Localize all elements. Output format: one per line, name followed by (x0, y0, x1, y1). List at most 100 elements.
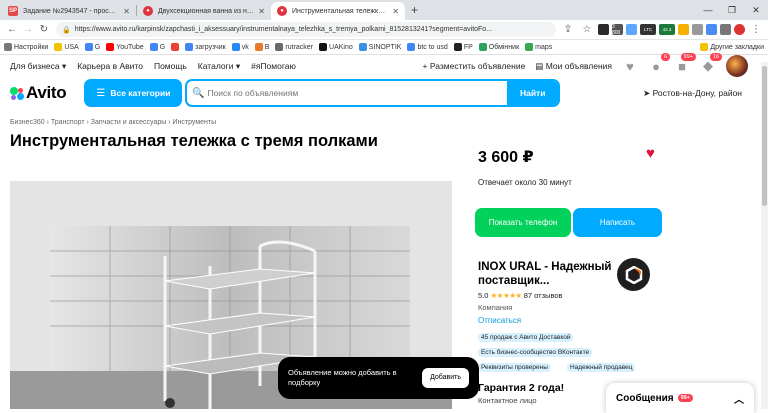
bookmark-item[interactable]: B (254, 43, 269, 51)
rating-stars-icon: ★★★★★ (490, 291, 523, 300)
reply-time: Отвечает около 30 минут (478, 178, 572, 187)
menu-dots-icon[interactable]: ⋮ (748, 24, 764, 35)
bookmark-item[interactable]: SINOPTIK (358, 43, 401, 51)
show-phone-button[interactable]: Показать телефон (475, 208, 571, 237)
chevron-up-icon[interactable]: ︿ (734, 391, 744, 406)
extension-icon[interactable] (626, 24, 637, 35)
notifications-bell-icon[interactable]: ● 6 (648, 53, 670, 74)
bookmark-label: загрузчик (195, 43, 226, 51)
seller-badge: Есть бизнес-сообщество ВКонтакте (478, 348, 593, 357)
nav-catalogs-link[interactable]: Каталоги ▾ (198, 61, 240, 72)
guarantee-text: Гарантия 2 года! (478, 382, 565, 394)
bookmark-label: USA (64, 43, 79, 51)
share-icon[interactable]: ⇪ (560, 24, 576, 35)
window-controls: — ❐ ✕ (696, 0, 768, 20)
bookmark-item[interactable] (171, 43, 180, 51)
forward-icon[interactable]: → (20, 24, 36, 35)
bookmark-item[interactable]: загрузчик (185, 43, 226, 51)
my-ads-link[interactable]: ▤ Мои объявления (535, 61, 612, 72)
bookmark-item[interactable]: G (149, 43, 165, 51)
bookmark-item[interactable]: vk (231, 43, 249, 51)
bookmark-label: rutracker (285, 43, 314, 51)
bookmark-item[interactable]: maps (525, 43, 552, 51)
close-tab-icon[interactable]: ✕ (258, 7, 265, 16)
bookmark-label: Другие закладки (710, 43, 764, 51)
find-button[interactable]: Найти (506, 81, 559, 105)
scrollbar-thumb[interactable] (762, 66, 767, 206)
reload-icon[interactable]: ↻ (36, 24, 52, 35)
page-title: Инструментальная тележка с тремя полками (10, 132, 378, 150)
notifications-badge: 6 (660, 53, 670, 61)
extension-icon[interactable]: 3 800 (612, 24, 623, 36)
bookmark-star-icon[interactable]: ☆ (579, 24, 595, 35)
bookmark-item[interactable]: rutracker (275, 43, 313, 51)
nav-careers-link[interactable]: Карьера в Авито (77, 61, 143, 71)
messages-widget-label: Сообщения (616, 392, 674, 404)
browser-tab-2[interactable]: ● Двухсекционная ванна из нержа ✕ (137, 2, 271, 20)
post-ad-link[interactable]: + Разместить объявление (423, 61, 526, 71)
bookmark-label: FP (463, 43, 473, 51)
puzzle-icon[interactable] (720, 24, 731, 35)
close-tab-icon[interactable]: ✕ (392, 7, 399, 16)
bookmark-item[interactable]: YouTube (106, 43, 144, 51)
all-categories-button[interactable]: ☰ Все категории (84, 79, 183, 107)
extensions-area: ⇪ ☆ 3 800 LTC 42.3 ⋮ (560, 24, 764, 36)
browser-tabstrip: SP Задание №2943547 - просмотр з ✕ ● Дву… (0, 0, 768, 20)
unsubscribe-link[interactable]: Отписаться (478, 316, 521, 325)
nav-ihelp-link[interactable]: #яПомогаю (251, 61, 296, 71)
seller-rating[interactable]: 5.0 ★★★★★ 87 отзывов (478, 291, 563, 300)
profile-icon[interactable] (734, 24, 745, 35)
seller-badge: 45 продаж с Авито Доставкой (478, 333, 574, 342)
extension-icon[interactable] (598, 24, 609, 35)
extension-icon[interactable] (692, 24, 703, 35)
close-window-icon[interactable]: ✕ (744, 0, 768, 20)
address-bar[interactable]: 🔒 https://www.avito.ru/karpinsk/zapchast… (56, 22, 556, 37)
messages-icon[interactable]: ■ 99+ (674, 53, 696, 74)
location-selector[interactable]: ➤ Ростов-на-Дону, район (643, 88, 742, 99)
extension-icon[interactable] (706, 24, 717, 35)
bookmark-label: vk (241, 43, 249, 51)
extension-icon[interactable] (678, 24, 689, 35)
favorites-heart-icon[interactable]: ♥ (622, 58, 638, 74)
bookmark-item[interactable]: Обмінник (478, 43, 519, 51)
extension-icon[interactable]: 42.3 (659, 24, 675, 35)
favorite-heart-icon[interactable]: ♥ (646, 145, 655, 162)
add-to-collection-button[interactable]: Добавить (422, 368, 469, 388)
search-input[interactable] (207, 81, 507, 105)
breadcrumb[interactable]: Бизнес360 › Транспорт › Запчасти и аксес… (0, 119, 768, 126)
bookmark-item[interactable]: UAKino (319, 43, 353, 51)
bookmark-item[interactable]: Настройки (4, 43, 48, 51)
seller-name[interactable]: INOX URAL - Надежный поставщик... (478, 260, 618, 288)
ltc-extension-icon[interactable]: LTC (640, 24, 656, 35)
user-avatar[interactable] (726, 55, 748, 77)
browser-toolbar: ← → ↻ 🔒 https://www.avito.ru/karpinsk/za… (0, 20, 768, 40)
write-message-button[interactable]: Написать (573, 208, 662, 237)
bookmark-item[interactable]: G (84, 43, 100, 51)
bookmark-label: maps (535, 43, 553, 51)
bookmark-item[interactable]: USA (54, 43, 79, 51)
add-to-collection-toast: Объявление можно добавить в подборку Доб… (278, 357, 479, 399)
cart-icon[interactable]: ◆ 16 (700, 53, 722, 74)
avito-logo[interactable]: Avito (10, 83, 67, 103)
page-scrollbar[interactable] (761, 62, 768, 409)
url-text: https://www.avito.ru/karpinsk/zapchasti_… (74, 26, 493, 33)
back-icon[interactable]: ← (4, 24, 20, 35)
nav-business-link[interactable]: Для бизнеса ▾ (10, 61, 66, 72)
nav-help-link[interactable]: Помощь (154, 61, 187, 71)
minimize-icon[interactable]: — (696, 0, 720, 20)
logo-text: Avito (26, 83, 67, 102)
tab-favicon-icon: ● (277, 6, 287, 16)
tab-title: Двухсекционная ванна из нержа (158, 7, 255, 15)
other-bookmarks[interactable]: Другие закладки (700, 43, 764, 51)
cart-badge: 16 (709, 53, 722, 61)
close-tab-icon[interactable]: ✕ (123, 7, 130, 16)
new-tab-button[interactable]: + (411, 3, 418, 17)
search-icon: 🔍 (192, 87, 205, 99)
bookmark-item[interactable]: FP (453, 43, 473, 51)
seller-logo[interactable] (617, 258, 650, 291)
browser-tab-1[interactable]: SP Задание №2943547 - просмотр з ✕ (2, 2, 136, 20)
maximize-icon[interactable]: ❐ (720, 0, 744, 20)
bookmark-item[interactable]: btc to usd (407, 43, 448, 51)
header-actions: + Разместить объявление ▤ Мои объявления… (423, 53, 748, 77)
browser-tab-3-active[interactable]: ● Инструментальная тележка с тре ✕ (271, 2, 405, 20)
